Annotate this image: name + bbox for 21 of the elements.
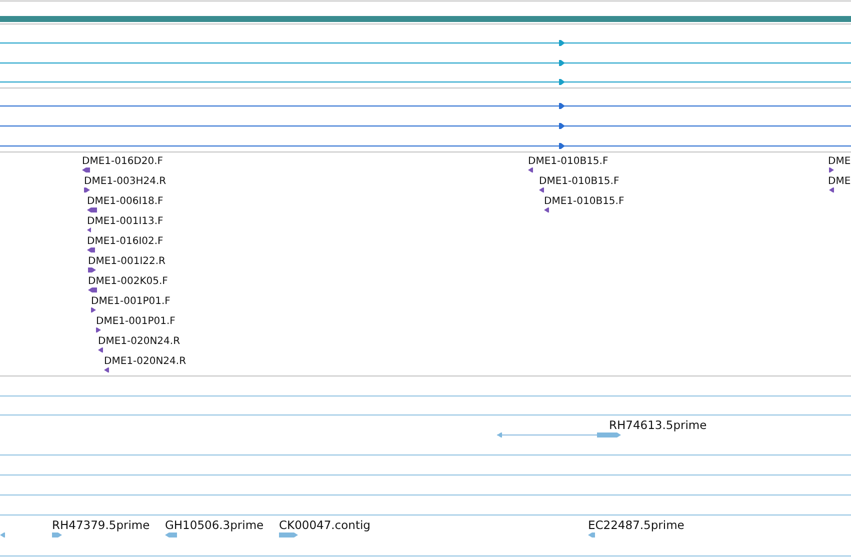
feature-label: GH10506.3prime	[165, 518, 264, 532]
feature-label: DME1-002K05.F	[88, 276, 168, 287]
feature-label: DME1-001P01.F	[96, 316, 176, 327]
feature-label: DME1-016I02.F	[87, 236, 164, 247]
feature-label: DME1-003H24.R	[84, 176, 166, 187]
feature-label: RH47379.5prime	[52, 518, 150, 532]
feature-label: DME1-016D20.F	[82, 156, 164, 167]
feature-label: DME1-010B15.F	[539, 176, 620, 187]
feature-label: DME1-006I18.F	[87, 196, 164, 207]
feature-label: EC22487.5prime	[588, 518, 684, 532]
feature-label: DME1-001I13.F	[87, 216, 164, 227]
feature-label: DME	[828, 176, 851, 187]
feature-label: DME1-020N24.R	[104, 356, 186, 367]
feature-label: RH74613.5prime	[609, 418, 707, 432]
feature-label: DME1-001I22.R	[88, 256, 166, 267]
feature-label: DME1-020N24.R	[98, 336, 180, 347]
feature-label: DME1-010B15.F	[528, 156, 608, 167]
feature-label: DME1-001P01.F	[91, 296, 170, 307]
feature-label: DME1-010B15.F	[544, 196, 624, 207]
feature-label: DME	[828, 156, 851, 167]
feature-label: CK00047.contig	[279, 518, 370, 532]
